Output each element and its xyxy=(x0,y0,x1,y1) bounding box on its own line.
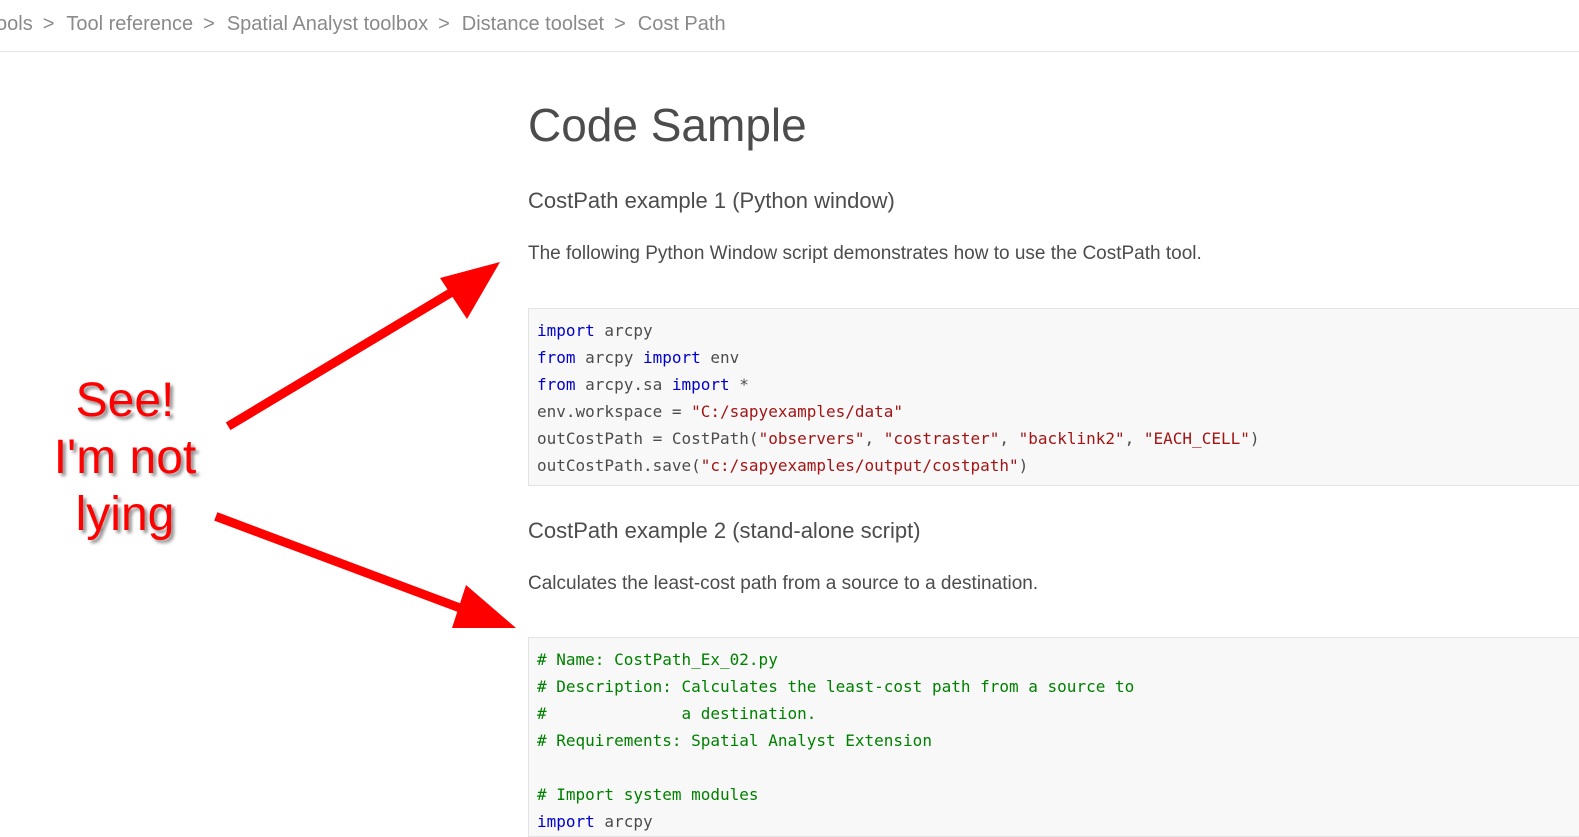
arrow-2-shaft xyxy=(214,512,466,614)
arrow-to-example-2 xyxy=(214,512,516,628)
arrow-to-example-1 xyxy=(225,262,500,431)
arrow-2-head xyxy=(452,585,516,628)
annotation-line-1: See! xyxy=(75,374,175,427)
annotation-line-2: I'm not xyxy=(53,431,197,484)
annotation-text: See! I'm not lying xyxy=(0,372,250,543)
arrow-1-head xyxy=(440,262,500,319)
annotation-line-3: lying xyxy=(75,488,175,541)
arrow-1-shaft xyxy=(225,285,459,431)
